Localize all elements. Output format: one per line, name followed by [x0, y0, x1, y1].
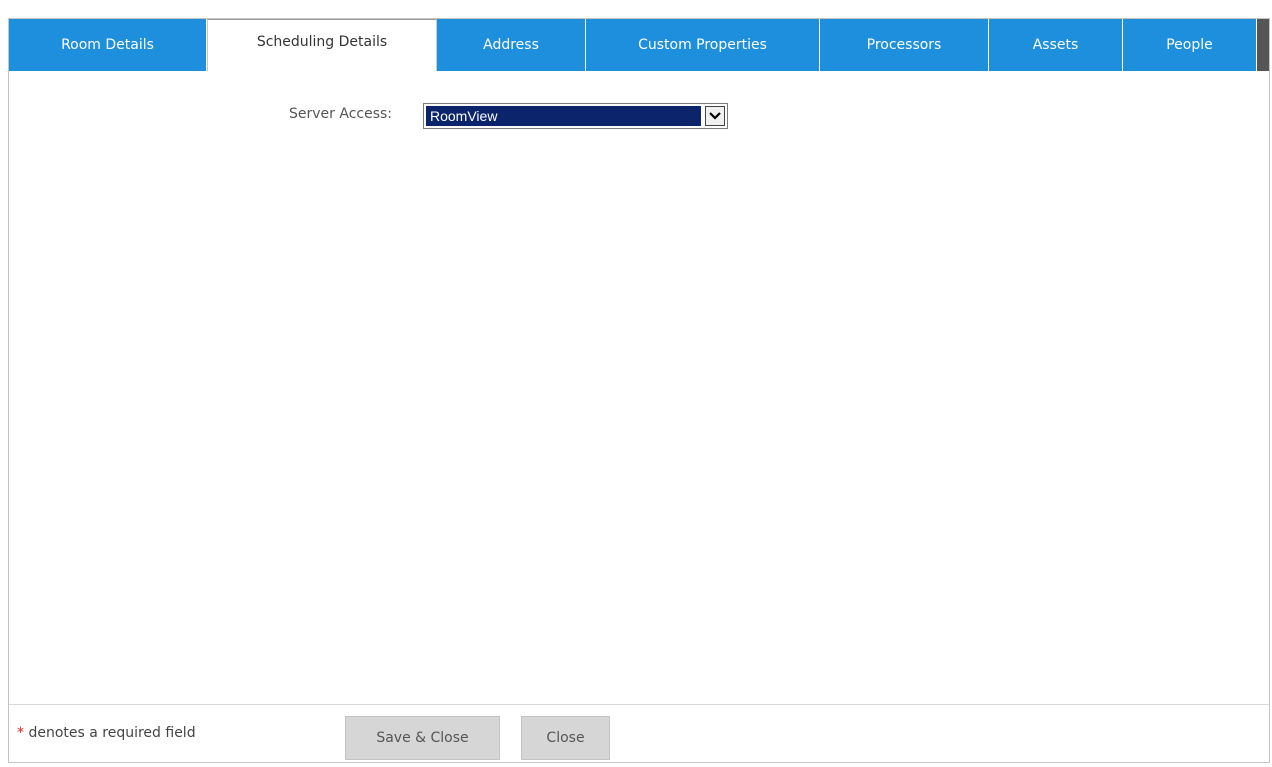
tab-people[interactable]: People [1123, 19, 1257, 71]
server-access-select[interactable]: RoomView [423, 103, 728, 129]
footer-divider [9, 704, 1269, 705]
chevron-down-icon [709, 112, 721, 120]
tab-address[interactable]: Address [437, 19, 586, 71]
required-note-text: denotes a required field [24, 725, 196, 741]
close-button[interactable]: Close [521, 716, 610, 760]
select-arrow-button[interactable] [705, 106, 725, 126]
server-access-selected-value: RoomView [426, 106, 701, 126]
tab-label: Scheduling Details [256, 34, 388, 50]
save-close-button[interactable]: Save & Close [345, 716, 500, 760]
tab-bar: Room Details Scheduling Details Address … [9, 19, 1269, 71]
tab-label: Room Details [61, 37, 154, 53]
tab-label: Address [483, 37, 539, 53]
tab-processors[interactable]: Processors [820, 19, 989, 71]
tab-label: Custom Properties [638, 37, 767, 53]
required-field-note: * denotes a required field [17, 725, 196, 741]
required-star: * [17, 725, 24, 741]
tab-assets[interactable]: Assets [989, 19, 1123, 71]
tab-label: Assets [1032, 37, 1079, 53]
tab-label: Processors [866, 37, 942, 53]
tab-custom-properties[interactable]: Custom Properties [586, 19, 820, 71]
tab-label: People [1166, 37, 1213, 53]
tab-room-details[interactable]: Room Details [9, 19, 207, 71]
dialog-frame: Room Details Scheduling Details Address … [8, 18, 1270, 763]
server-access-label: Server Access: [289, 106, 393, 122]
tab-scheduling-details[interactable]: Scheduling Details [207, 19, 437, 71]
